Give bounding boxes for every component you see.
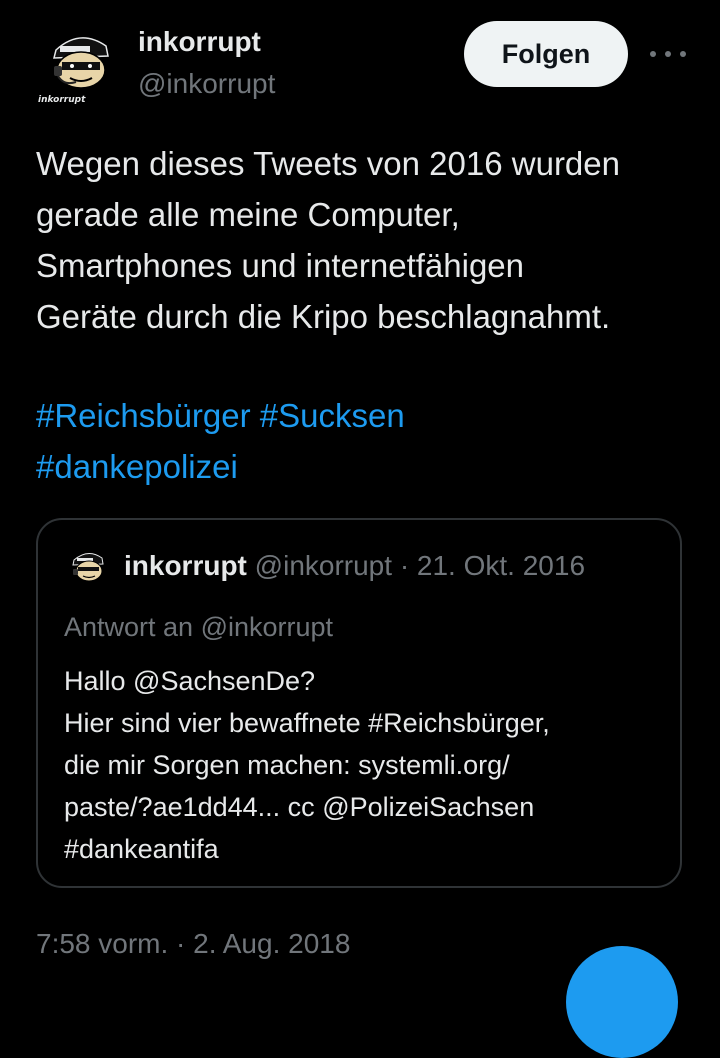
avatar-icon: inkorrupt [38,37,109,105]
quoted-text-line: Hier sind vier bewaffnete #Reichsbürger, [64,708,550,738]
quoted-tweet-header: inkorrupt @inkorrupt · 21. Okt. 2016 [124,550,585,582]
avatar-caption: inkorrupt [38,95,86,105]
compose-button[interactable] [566,946,678,1058]
hashtag-link[interactable]: #dankepolizei [36,448,238,485]
quoted-author-name[interactable]: inkorrupt [124,550,247,581]
tweet-text: Wegen dieses Tweets von 2016 wurden gera… [36,138,696,342]
tweet-text-line: gerade alle meine Computer, [36,196,460,233]
author-handle[interactable]: @inkorrupt [138,68,275,100]
tweet: inkorrupt inkorrupt @inkorrupt Folgen We… [0,0,720,1058]
more-horizontal-icon[interactable] [650,42,686,66]
quoted-text-line: #dankeantifa [64,834,219,864]
quoted-author-avatar[interactable] [64,546,112,592]
author-display-name[interactable]: inkorrupt [138,26,261,58]
reply-to-label: Antwort an @inkorrupt [64,612,334,642]
quoted-tweet-text: Hallo @SachsenDe? Hier sind vier bewaffn… [64,660,664,870]
quoted-text-line: paste/?ae1dd44... cc @PolizeiSachsen [64,792,535,822]
follow-button[interactable]: Folgen [464,21,628,87]
tweet-text-line: Wegen dieses Tweets von 2016 wurden [36,145,620,182]
quoted-tweet-card[interactable]: inkorrupt @inkorrupt · 21. Okt. 2016 Ant… [36,518,682,888]
hashtag-link[interactable]: #Sucksen [260,397,405,434]
quoted-text-line: Hallo @SachsenDe? [64,666,316,696]
tweet-timestamp[interactable]: 7:58 vorm. · 2. Aug. 2018 [36,928,350,960]
tweet-text-line: Geräte durch die Kripo beschlagnahmt. [36,298,611,335]
tweet-text-line: Smartphones und internetfähigen [36,247,525,284]
quoted-tweet-meta: @inkorrupt · 21. Okt. 2016 [254,550,586,581]
author-avatar[interactable]: inkorrupt [34,24,126,108]
quoted-text-line: die mir Sorgen machen: systemli.org/ [64,750,510,780]
avatar-icon [72,553,104,582]
tweet-hashtags: #Reichsbürger #Sucksen #dankepolizei [36,390,696,492]
hashtag-link[interactable]: #Reichsbürger [36,397,251,434]
